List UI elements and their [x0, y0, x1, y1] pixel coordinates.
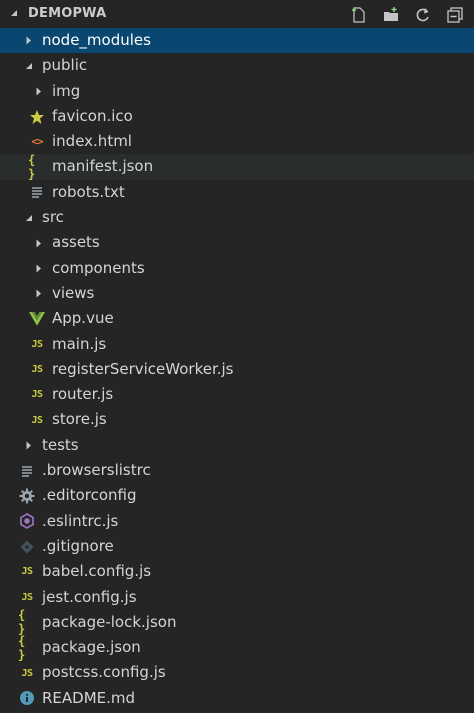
- file-label: main.js: [52, 334, 107, 353]
- folder-label: public: [42, 56, 88, 75]
- file-row-babel-config-js[interactable]: JS babel.config.js: [0, 559, 474, 584]
- file-label: registerServiceWorker.js: [52, 359, 234, 378]
- file-row-browserslistrc[interactable]: .browserslistrc: [0, 458, 474, 483]
- file-tree: node_modulespublic img favicon.ico <> index.…: [0, 28, 474, 711]
- folder-row-views[interactable]: views: [0, 281, 474, 306]
- chevron-right-icon[interactable]: [24, 439, 34, 451]
- folder-row-public[interactable]: public: [0, 53, 474, 78]
- file-label: babel.config.js: [42, 562, 152, 581]
- file-row-app-vue[interactable]: App.vue: [0, 306, 474, 331]
- file-label: .gitignore: [42, 536, 114, 555]
- js-icon: JS: [31, 364, 43, 375]
- explorer-header[interactable]: DEMOPWA: [0, 0, 474, 28]
- folder-row-src[interactable]: src: [0, 205, 474, 230]
- file-row-eslintrc-js[interactable]: .eslintrc.js: [0, 509, 474, 534]
- file-label: router.js: [52, 385, 114, 404]
- file-label: package.json: [42, 638, 141, 657]
- chevron-down-icon[interactable]: [24, 212, 34, 224]
- git-icon: [18, 538, 36, 556]
- json-icon: { }: [18, 608, 25, 637]
- file-label: .browserslistrc: [42, 461, 151, 480]
- info-icon: [18, 689, 36, 707]
- folder-row-components[interactable]: components: [0, 256, 474, 281]
- file-label: package-lock.json: [42, 612, 177, 631]
- file-label: .eslintrc.js: [42, 511, 119, 530]
- workspace-title: DEMOPWA: [28, 6, 107, 21]
- js-icon: JS: [31, 414, 43, 426]
- file-row-router-js[interactable]: JS router.js: [0, 382, 474, 407]
- file-label: README.md: [42, 688, 136, 707]
- js-icon: JS: [31, 389, 43, 401]
- folder-label: src: [42, 208, 64, 227]
- vue-icon: [28, 310, 46, 328]
- file-row-readme-md[interactable]: README.md: [0, 686, 474, 711]
- file-label: favicon.ico: [52, 106, 133, 125]
- file-label: manifest.json: [52, 157, 154, 176]
- folder-label: components: [52, 258, 145, 277]
- file-row-jest-config-js[interactable]: JS jest.config.js: [0, 585, 474, 610]
- file-label: index.html: [52, 132, 132, 151]
- file-label: postcss.config.js: [42, 663, 166, 682]
- folder-row-node-modules[interactable]: node_modules: [0, 28, 474, 54]
- file-row-favicon-ico[interactable]: favicon.ico: [0, 104, 474, 129]
- file-label: jest.config.js: [42, 587, 137, 606]
- file-row-postcss-config-js[interactable]: JS postcss.config.js: [0, 660, 474, 685]
- chevron-right-icon[interactable]: [34, 237, 44, 249]
- folder-row-tests[interactable]: tests: [0, 433, 474, 458]
- folder-row-img[interactable]: img: [0, 79, 474, 104]
- file-row-robots-txt[interactable]: robots.txt: [0, 180, 474, 205]
- js-icon: JS: [21, 667, 33, 679]
- folder-label: assets: [52, 233, 100, 252]
- eslint-icon: [18, 512, 36, 530]
- explorer-panel: DEMOPWA node_modules public img favicon.…: [0, 0, 474, 713]
- file-row-editorconfig[interactable]: .editorconfig: [0, 483, 474, 508]
- new-folder-icon[interactable]: [380, 4, 402, 26]
- chevron-right-icon[interactable]: [34, 85, 44, 97]
- chevron-right-icon[interactable]: [24, 35, 34, 47]
- new-file-icon[interactable]: [348, 4, 370, 26]
- file-label: store.js: [52, 410, 107, 429]
- file-row-package-json[interactable]: { } package.json: [0, 633, 474, 662]
- folder-label: node_modules: [42, 31, 151, 49]
- file-label: robots.txt: [52, 182, 125, 201]
- file-label: .editorconfig: [42, 486, 137, 505]
- file-row-registerserviceworker-js[interactable]: JS registerServiceWorker.js: [0, 357, 474, 382]
- js-icon: JS: [31, 338, 43, 350]
- js-icon: JS: [21, 566, 33, 578]
- star-icon: [28, 108, 46, 126]
- collapse-all-icon[interactable]: [444, 4, 466, 26]
- file-row-manifest-json[interactable]: { } manifest.json: [0, 153, 474, 182]
- json-icon: { }: [28, 153, 35, 182]
- html-icon: <>: [31, 135, 43, 149]
- file-row-package-lock-json[interactable]: { } package-lock.json: [0, 608, 474, 637]
- chevron-down-icon[interactable]: [10, 9, 18, 17]
- file-row-index-html[interactable]: <> index.html: [0, 129, 474, 154]
- chevron-right-icon[interactable]: [34, 262, 44, 274]
- chevron-right-icon[interactable]: [34, 288, 44, 300]
- refresh-icon[interactable]: [412, 4, 434, 26]
- folder-row-assets[interactable]: assets: [0, 230, 474, 255]
- text-file-icon: [28, 183, 46, 201]
- text-file-icon: [18, 462, 36, 480]
- explorer-actions: [348, 4, 466, 26]
- js-icon: JS: [21, 591, 33, 603]
- file-row-main-js[interactable]: JS main.js: [0, 332, 474, 357]
- gear-icon: [18, 487, 36, 505]
- file-label: App.vue: [52, 309, 114, 328]
- file-row-gitignore[interactable]: .gitignore: [0, 534, 474, 559]
- file-row-store-js[interactable]: JS store.js: [0, 407, 474, 432]
- folder-label: tests: [42, 435, 79, 454]
- chevron-down-icon[interactable]: [24, 60, 34, 72]
- json-icon: { }: [18, 633, 25, 662]
- folder-label: views: [52, 283, 95, 302]
- folder-label: img: [52, 81, 81, 100]
